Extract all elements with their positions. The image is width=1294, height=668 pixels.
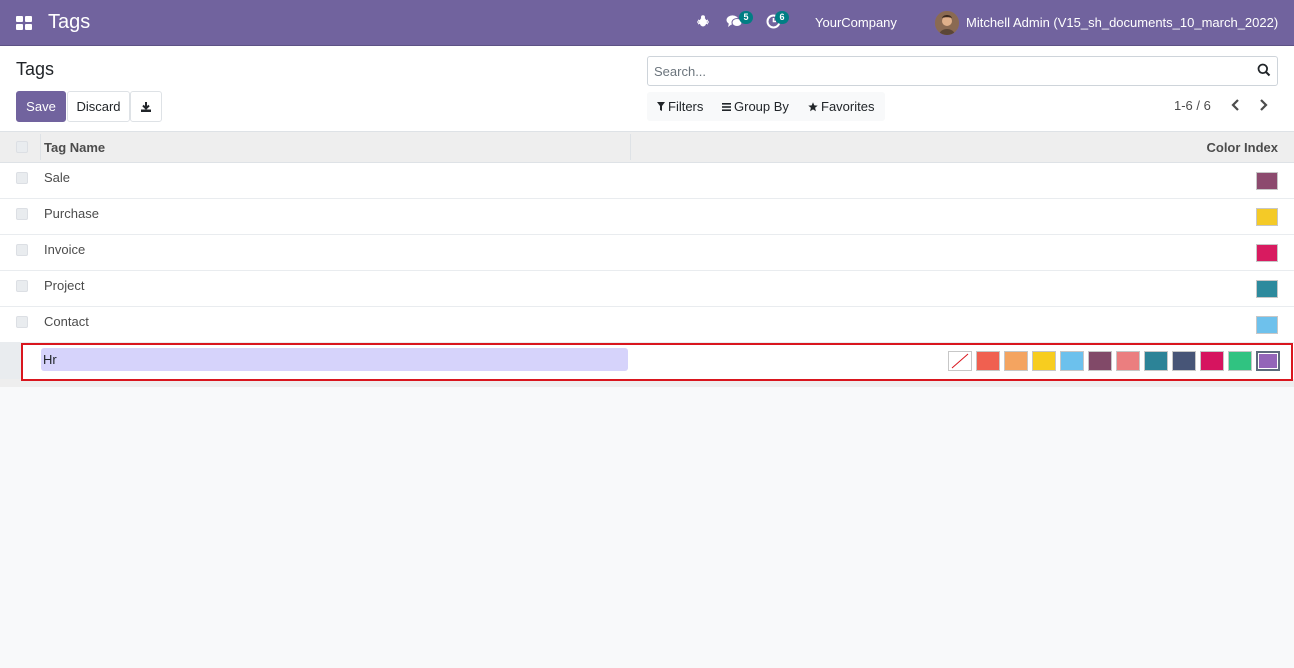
row-checkbox[interactable] — [16, 244, 28, 256]
activities-badge: 6 — [775, 11, 789, 24]
star-icon — [808, 101, 818, 111]
user-menu[interactable]: Mitchell Admin (V15_sh_documents_10_marc… — [966, 15, 1278, 30]
search-input[interactable] — [648, 57, 1238, 85]
row-checkbox[interactable] — [16, 316, 28, 328]
company-switcher[interactable]: YourCompany — [815, 15, 897, 30]
apps-menu-icon[interactable] — [16, 16, 32, 30]
app-title[interactable]: Tags — [48, 11, 90, 34]
top-navbar: Tags 5 6 YourCompany Mitchell Admin (V15… — [0, 0, 1294, 46]
pager-value[interactable]: 1-6 / 6 — [1174, 98, 1211, 113]
column-divider — [630, 134, 631, 160]
tags-list-table: Tag Name Color Index Sale Purchase Invoice… — [0, 132, 1294, 387]
table-row[interactable]: Sale — [0, 163, 1294, 199]
filter-funnel-icon — [657, 102, 665, 111]
pager-next-icon[interactable] — [1256, 97, 1270, 113]
group-by-dropdown[interactable]: Group By — [722, 99, 789, 114]
color-index-swatch[interactable] — [1256, 208, 1278, 226]
user-avatar[interactable] — [935, 11, 959, 35]
control-panel: Tags Save Discard Filters Group By Favor… — [0, 46, 1294, 132]
row-checkbox[interactable] — [16, 172, 28, 184]
row-checkbox[interactable] — [16, 208, 28, 220]
select-all-checkbox[interactable] — [16, 141, 28, 153]
favorites-dropdown[interactable]: Favorites — [808, 99, 874, 114]
table-row[interactable]: Invoice — [0, 235, 1294, 271]
column-header-color-index[interactable]: Color Index — [1206, 140, 1278, 155]
pager-previous-icon[interactable] — [1229, 97, 1243, 113]
column-divider — [40, 134, 41, 160]
editable-new-row — [0, 343, 1294, 381]
search-options: Filters Group By Favorites — [647, 92, 885, 121]
table-row[interactable]: Purchase — [0, 199, 1294, 235]
tag-name-cell[interactable]: Invoice — [44, 242, 85, 257]
color-index-swatch[interactable] — [1256, 172, 1278, 190]
group-by-label: Group By — [734, 99, 789, 114]
tag-name-cell[interactable]: Project — [44, 278, 84, 293]
column-header-tag-name[interactable]: Tag Name — [44, 140, 105, 155]
table-row[interactable]: Contact — [0, 307, 1294, 343]
messaging-chat-icon[interactable]: 5 — [726, 11, 753, 32]
favorites-label: Favorites — [821, 99, 875, 114]
search-icon[interactable] — [1257, 63, 1271, 77]
tag-name-cell[interactable]: Sale — [44, 170, 70, 185]
table-row[interactable]: Project — [0, 271, 1294, 307]
tag-name-cell[interactable]: Purchase — [44, 206, 99, 221]
breadcrumb: Tags — [16, 59, 55, 79]
save-button[interactable]: Save — [16, 91, 66, 122]
color-index-swatch[interactable] — [1256, 244, 1278, 262]
filters-label: Filters — [668, 99, 704, 114]
debug-bug-icon[interactable] — [696, 14, 714, 32]
row-checkbox[interactable] — [16, 280, 28, 292]
row-handle — [0, 343, 22, 379]
download-icon — [141, 101, 151, 112]
activity-clock-icon[interactable]: 6 — [766, 11, 789, 32]
export-button[interactable] — [130, 91, 162, 122]
color-index-swatch[interactable] — [1256, 280, 1278, 298]
color-index-swatch[interactable] — [1256, 316, 1278, 334]
search-bar — [647, 56, 1278, 86]
filters-dropdown[interactable]: Filters — [657, 99, 703, 114]
group-list-icon — [722, 102, 731, 111]
tag-name-cell[interactable]: Contact — [44, 314, 89, 329]
table-header: Tag Name Color Index — [0, 132, 1294, 163]
discard-button[interactable]: Discard — [67, 91, 130, 122]
messages-badge: 5 — [739, 11, 753, 24]
highlight-outline — [21, 343, 1293, 381]
